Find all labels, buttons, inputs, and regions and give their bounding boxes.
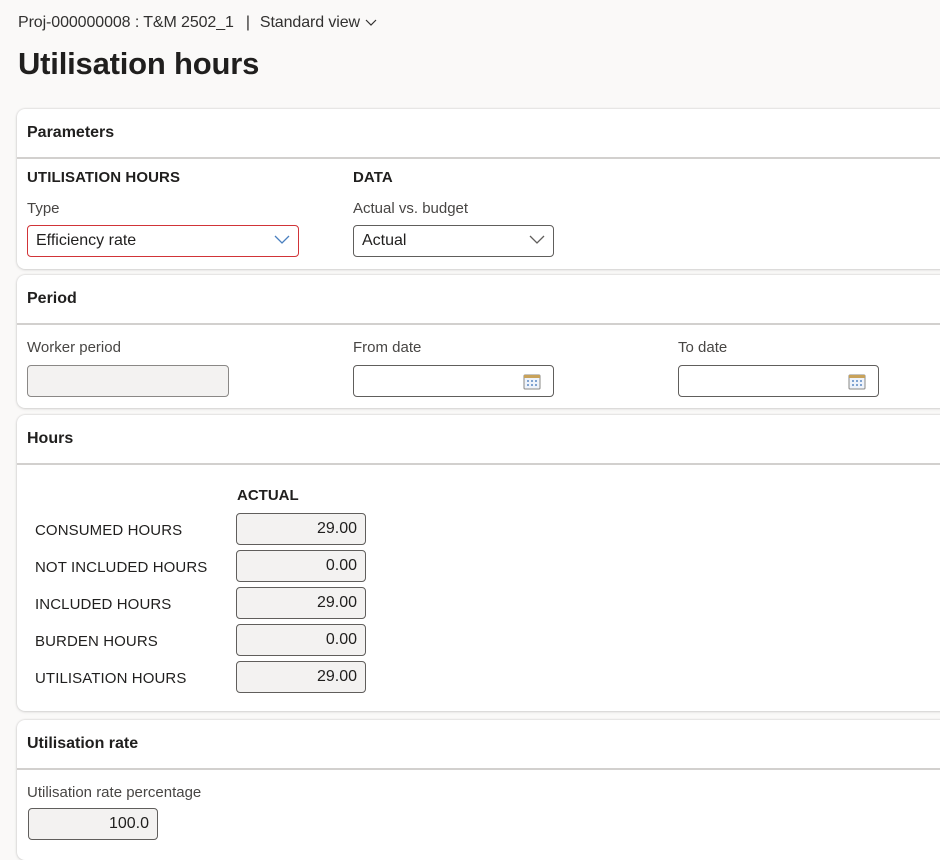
- hours-row-label: NOT INCLUDED HOURS: [35, 559, 208, 576]
- worker-period-input[interactable]: [27, 365, 229, 397]
- actual-vs-budget-label: Actual vs. budget: [353, 200, 469, 217]
- worker-period-label: Worker period: [27, 339, 121, 356]
- utilisation-rate-card-header[interactable]: Utilisation rate: [17, 720, 940, 770]
- chevron-down-icon: [529, 235, 545, 244]
- to-date-label: To date: [678, 339, 728, 356]
- parameters-card-header[interactable]: Parameters: [17, 109, 940, 159]
- hours-row-label: INCLUDED HOURS: [35, 596, 172, 613]
- hours-row-label: BURDEN HOURS: [35, 633, 158, 650]
- burden-hours-value: 0.00: [236, 624, 366, 656]
- from-date-input[interactable]: [353, 365, 554, 397]
- actual-column-header: ACTUAL: [237, 487, 299, 504]
- utilisation-rate-percentage-value: 100.0: [28, 808, 158, 840]
- hours-card: Hours ACTUAL CONSUMED HOURS 29.00 NOT IN…: [17, 415, 940, 711]
- hours-row-label: CONSUMED HOURS: [35, 522, 183, 539]
- chevron-down-icon: [274, 235, 290, 244]
- breadcrumb: Proj-000000008 : T&M 2502_1 | Standard v…: [18, 12, 377, 34]
- period-card-header[interactable]: Period: [17, 275, 940, 325]
- data-group-title: DATA: [353, 169, 393, 186]
- utilisation-hours-group-title: UTILISATION HOURS: [27, 169, 181, 186]
- view-selector-label: Standard view: [259, 14, 360, 31]
- period-card: Period Worker period From date To date: [17, 275, 940, 408]
- calendar-icon[interactable]: [848, 373, 866, 390]
- hours-row-label: UTILISATION HOURS: [35, 670, 187, 687]
- hours-card-header[interactable]: Hours: [17, 415, 940, 465]
- type-label: Type: [27, 200, 60, 217]
- calendar-icon[interactable]: [523, 373, 541, 390]
- actual-vs-budget-select-value: Actual: [362, 232, 407, 249]
- actual-vs-budget-select[interactable]: Actual: [353, 225, 554, 257]
- included-hours-value: 29.00: [236, 587, 366, 619]
- type-select[interactable]: Efficiency rate: [27, 225, 299, 257]
- type-select-value: Efficiency rate: [36, 232, 137, 249]
- breadcrumb-separator: |: [245, 14, 250, 31]
- consumed-hours-value: 29.00: [236, 513, 366, 545]
- parameters-card: Parameters UTILISATION HOURS Type Effici…: [17, 109, 940, 269]
- page-header: Proj-000000008 : T&M 2502_1 | Standard v…: [18, 12, 377, 82]
- not-included-hours-value: 0.00: [236, 550, 366, 582]
- to-date-input[interactable]: [678, 365, 879, 397]
- utilisation-rate-card: Utilisation rate Utilisation rate percen…: [17, 720, 940, 860]
- chevron-down-icon: [365, 19, 377, 26]
- from-date-label: From date: [353, 339, 422, 356]
- view-selector[interactable]: Standard view: [260, 14, 377, 32]
- utilisation-hours-value: 29.00: [236, 661, 366, 693]
- utilisation-rate-percentage-label: Utilisation rate percentage: [27, 784, 202, 801]
- page-title: Utilisation hours: [18, 46, 260, 81]
- record-identifier: Proj-000000008 : T&M 2502_1: [18, 14, 234, 31]
